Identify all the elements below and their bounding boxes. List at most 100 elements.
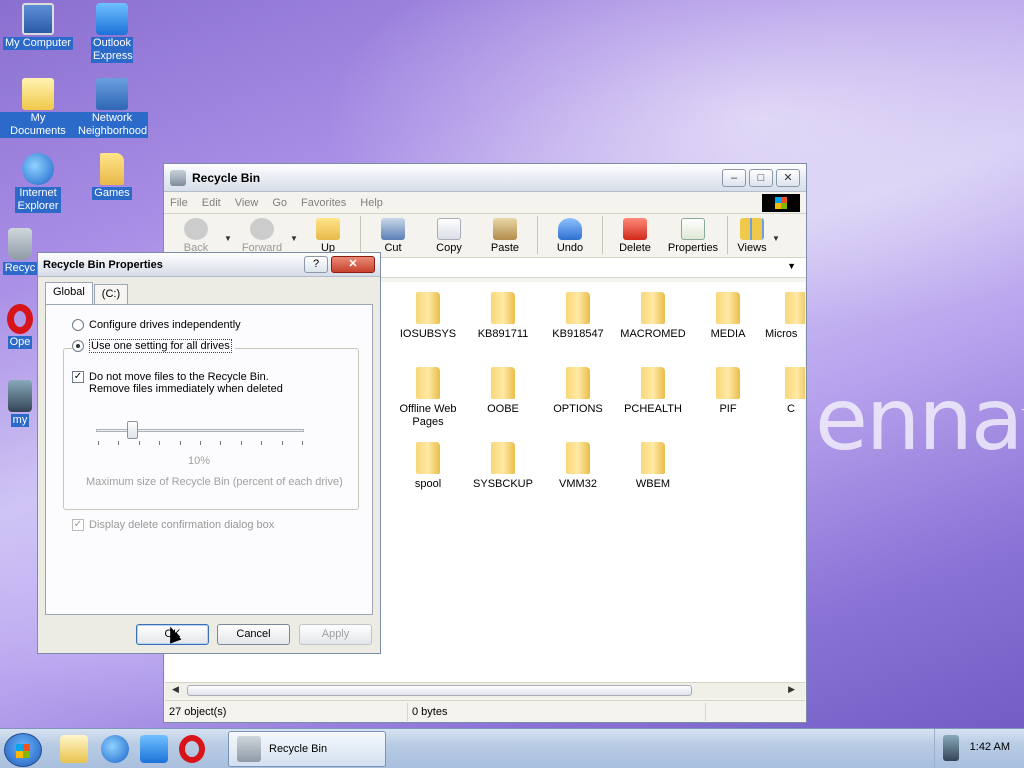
menu-bar: File Edit View Go Favorites Help bbox=[164, 192, 806, 214]
desktop-icon-network-neighborhood[interactable]: Network Neighborhood bbox=[74, 78, 150, 138]
folder-item[interactable]: VMM32 bbox=[540, 442, 616, 491]
settings-group: ✓ Do not move files to the Recycle Bin. R… bbox=[63, 348, 359, 510]
dialog-tabs: Global (C:) bbox=[45, 282, 129, 304]
forward-arrow-icon bbox=[250, 218, 274, 240]
clipboard-icon bbox=[493, 218, 517, 240]
folder-item[interactable]: PIF bbox=[690, 367, 766, 416]
back-button[interactable]: Back bbox=[168, 216, 224, 255]
checkbox-do-not-move[interactable]: ✓ Do not move files to the Recycle Bin. R… bbox=[72, 371, 283, 395]
clock[interactable]: 1:42 AM bbox=[970, 741, 1010, 753]
scroll-right-icon[interactable]: ▶ bbox=[788, 684, 795, 695]
folder-icon bbox=[416, 292, 440, 324]
tab-panel-global: Configure drives independently ✓ Do not … bbox=[45, 304, 373, 615]
opera-icon bbox=[7, 304, 33, 334]
undo-button[interactable]: Undo bbox=[542, 216, 598, 255]
taskbar-button-recycle-bin[interactable]: Recycle Bin bbox=[228, 731, 386, 767]
folder-item[interactable]: SYSBCKUP bbox=[465, 442, 541, 491]
checkbox-display-confirmation[interactable]: ✓ Display delete confirmation dialog box bbox=[72, 519, 274, 531]
window-titlebar[interactable]: Recycle Bin – □ ✕ bbox=[164, 164, 806, 192]
desktop-icon-outlook-express[interactable]: Outlook Express bbox=[74, 3, 150, 63]
menu-view[interactable]: View bbox=[235, 197, 259, 209]
copy-button[interactable]: Copy bbox=[421, 216, 477, 255]
folder-item[interactable]: MACROMED bbox=[615, 292, 691, 341]
folder-item[interactable]: MEDIA bbox=[690, 292, 766, 341]
tab-global[interactable]: Global bbox=[45, 282, 93, 304]
delete-button[interactable]: Delete bbox=[607, 216, 663, 255]
folder-icon bbox=[716, 292, 740, 324]
radio-use-one-setting[interactable]: Use one setting for all drives bbox=[72, 339, 235, 353]
horizontal-scrollbar[interactable]: ◀ ▶ bbox=[165, 682, 805, 698]
folder-icon bbox=[785, 292, 805, 324]
outlook-express-icon bbox=[96, 3, 128, 35]
cancel-button[interactable]: Cancel bbox=[217, 624, 290, 645]
folder-item[interactable]: WBEM bbox=[615, 442, 691, 491]
desktop-icon-opera[interactable]: Ope bbox=[0, 304, 40, 349]
menu-go[interactable]: Go bbox=[272, 197, 287, 209]
dialog-close-button[interactable]: ✕ bbox=[331, 256, 375, 273]
checkbox-do-not-move-label-2: Remove files immediately when deleted bbox=[89, 383, 283, 395]
desktop-icon-internet-explorer[interactable]: Internet Explorer bbox=[0, 153, 76, 213]
quicklaunch-notepad-icon[interactable] bbox=[60, 735, 88, 763]
folder-item[interactable]: Offline Web Pages bbox=[390, 367, 466, 429]
menu-help[interactable]: Help bbox=[360, 197, 383, 209]
folder-item[interactable]: PCHEALTH bbox=[615, 367, 691, 416]
folder-icon bbox=[566, 367, 590, 399]
scroll-left-icon[interactable]: ◀ bbox=[172, 684, 179, 695]
close-button[interactable]: ✕ bbox=[776, 168, 800, 187]
folder-item[interactable]: C bbox=[765, 367, 805, 416]
menu-edit[interactable]: Edit bbox=[202, 197, 221, 209]
application-icon bbox=[8, 380, 32, 412]
minimize-button[interactable]: – bbox=[722, 168, 746, 187]
desktop-icon-my[interactable]: my bbox=[0, 380, 40, 427]
scrollbar-thumb[interactable] bbox=[187, 685, 692, 696]
folder-item[interactable]: KB918547 bbox=[540, 292, 616, 341]
slider-thumb[interactable] bbox=[126, 421, 138, 439]
forward-button[interactable]: Forward bbox=[234, 216, 290, 255]
maximize-button[interactable]: □ bbox=[749, 168, 773, 187]
computer-icon bbox=[22, 3, 54, 35]
desktop-icon-my-documents[interactable]: My Documents bbox=[0, 78, 76, 138]
paste-button[interactable]: Paste bbox=[477, 216, 533, 255]
cut-button[interactable]: Cut bbox=[365, 216, 421, 255]
properties-button[interactable]: Properties bbox=[663, 216, 723, 255]
recycle-bin-icon bbox=[237, 736, 261, 762]
menu-file[interactable]: File bbox=[170, 197, 188, 209]
menu-favorites[interactable]: Favorites bbox=[301, 197, 346, 209]
folder-item[interactable]: KB891711 bbox=[465, 292, 541, 341]
dialog-titlebar[interactable]: Recycle Bin Properties ? ✕ bbox=[38, 253, 380, 277]
desktop-icon-my-computer[interactable]: My Computer bbox=[0, 3, 76, 50]
radio-configure-independently[interactable]: Configure drives independently bbox=[72, 319, 241, 331]
back-dropdown-icon[interactable]: ▼ bbox=[224, 216, 234, 243]
forward-dropdown-icon[interactable]: ▼ bbox=[290, 216, 300, 243]
folder-item[interactable]: IOSUBSYS bbox=[390, 292, 466, 341]
tray-app-icon[interactable] bbox=[943, 735, 959, 761]
views-button[interactable]: Views bbox=[732, 216, 772, 255]
folder-icon bbox=[416, 367, 440, 399]
recycle-bin-icon bbox=[8, 228, 32, 260]
radio-circle-selected bbox=[72, 340, 84, 352]
desktop-icon-recycle-bin[interactable]: Recyc bbox=[0, 228, 40, 275]
folder-item[interactable]: OOBE bbox=[465, 367, 541, 416]
tab-drive-c[interactable]: (C:) bbox=[93, 284, 129, 304]
slider-tick bbox=[240, 441, 242, 445]
folder-icon bbox=[491, 367, 515, 399]
quicklaunch-outlook-express-icon[interactable] bbox=[140, 735, 168, 763]
quicklaunch-opera-icon[interactable] bbox=[179, 735, 205, 763]
folder-icon bbox=[641, 442, 665, 474]
slider-value: 10% bbox=[188, 455, 211, 467]
windows-logo-icon bbox=[16, 744, 30, 758]
desktop-icon-games[interactable]: Games bbox=[74, 153, 150, 200]
start-button[interactable] bbox=[4, 733, 42, 767]
help-button[interactable]: ? bbox=[304, 256, 328, 273]
apply-button[interactable]: Apply bbox=[299, 624, 372, 645]
up-button[interactable]: Up bbox=[300, 216, 356, 255]
quicklaunch-internet-explorer-icon[interactable] bbox=[101, 735, 129, 763]
status-zone bbox=[706, 703, 796, 721]
windows-logo-icon bbox=[762, 194, 800, 212]
address-dropdown-icon[interactable]: ▼ bbox=[787, 261, 796, 271]
folder-item[interactable]: Micros bbox=[765, 292, 805, 341]
folder-item[interactable]: OPTIONS bbox=[540, 367, 616, 416]
folder-item[interactable]: spool bbox=[390, 442, 466, 491]
slider-tick bbox=[281, 441, 283, 445]
views-dropdown-icon[interactable]: ▼ bbox=[772, 216, 782, 243]
